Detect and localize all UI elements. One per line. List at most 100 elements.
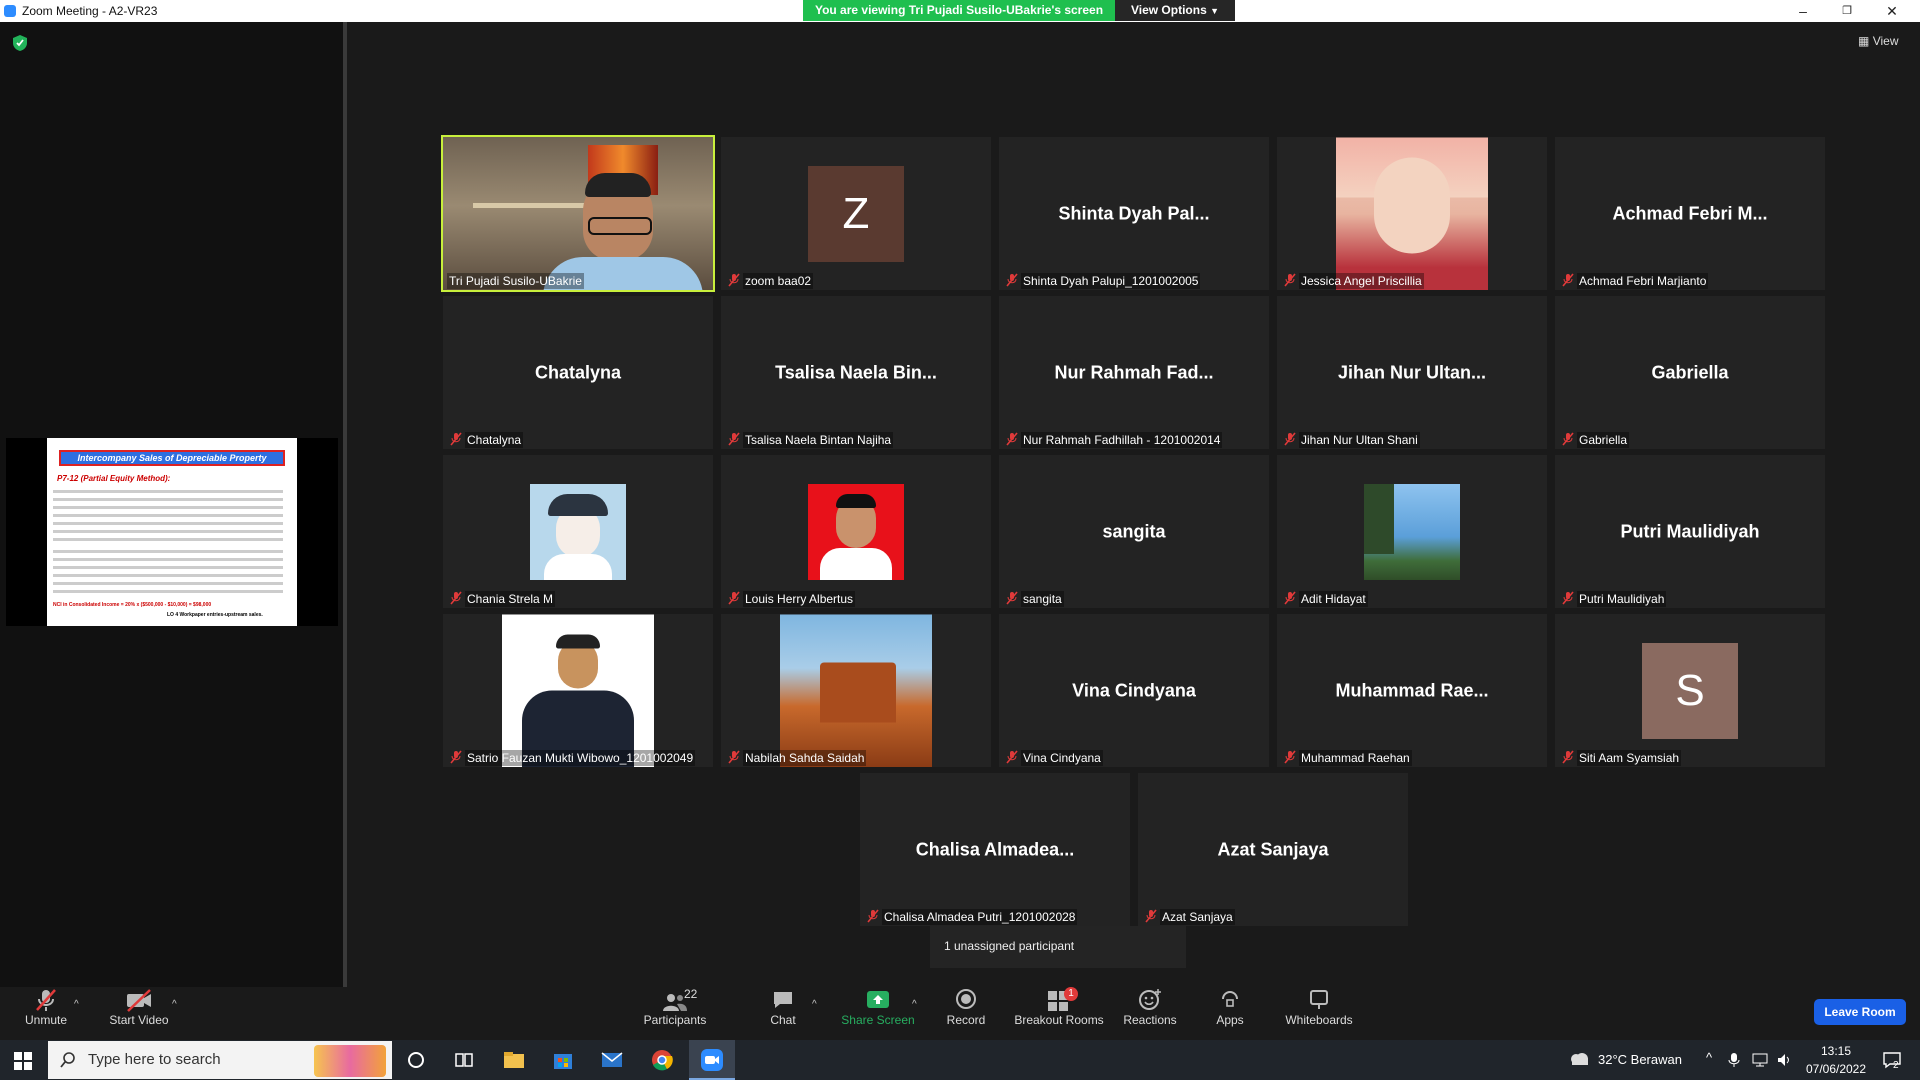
- participant-display-name: Vina Cindyana: [1072, 680, 1196, 700]
- participant-display-name: Chatalyna: [534, 362, 622, 382]
- muted-mic-icon: [1006, 273, 1018, 287]
- chat-button[interactable]: Chat: [760, 987, 806, 1027]
- slide-table-row: [53, 566, 283, 569]
- participant-display-name: Shinta Dyah Pal...: [1058, 203, 1210, 223]
- reactions-button[interactable]: Reactions: [1122, 987, 1178, 1027]
- slide-table-row: [53, 550, 283, 553]
- mail-icon[interactable]: [600, 1048, 624, 1072]
- slide-table-row: [53, 538, 283, 541]
- participant-initial-avatar: S: [1642, 642, 1738, 739]
- participant-tile[interactable]: Chalisa Almadea... Chalisa Almadea Putri_…: [860, 773, 1130, 926]
- participant-tile[interactable]: Vina Cindyana Vina Cindyana: [999, 614, 1269, 767]
- minimize-icon[interactable]: –: [1781, 0, 1825, 22]
- share-screen-button[interactable]: Share Screen: [838, 987, 918, 1027]
- participant-name-label: Azat Sanjaya: [1160, 909, 1235, 925]
- participant-tile[interactable]: sangita sangita: [999, 455, 1269, 608]
- participant-tile[interactable]: S Siti Aam Syamsiah: [1555, 614, 1825, 767]
- participant-tile[interactable]: Zzoom baa02: [721, 137, 991, 290]
- participant-name-label: Jessica Angel Priscillia: [1299, 273, 1424, 289]
- window-title: Zoom Meeting - A2-VR23: [22, 4, 158, 18]
- record-button[interactable]: Record: [940, 987, 992, 1027]
- network-icon[interactable]: [1752, 1052, 1768, 1068]
- muted-mic-icon: [1562, 273, 1574, 287]
- show-hidden-icons[interactable]: ^: [1706, 1050, 1712, 1065]
- participant-name-label: Shinta Dyah Palupi_1201002005: [1021, 273, 1201, 289]
- chevron-down-icon: ▼: [1210, 6, 1220, 16]
- participant-tile[interactable]: Tsalisa Naela Bin... Tsalisa Naela Bintan…: [721, 296, 991, 449]
- unmute-button[interactable]: Unmute: [18, 987, 74, 1027]
- clock-time[interactable]: 13:15: [1808, 1044, 1864, 1058]
- participant-tile[interactable]: Putri Maulidiyah Putri Maulidiyah: [1555, 455, 1825, 608]
- audio-options-caret[interactable]: ^: [74, 999, 79, 1010]
- notifications-icon[interactable]: [1882, 1050, 1902, 1070]
- participant-tile[interactable]: Achmad Febri M... Achmad Febri Marjianto: [1555, 137, 1825, 290]
- muted-mic-icon: [1006, 591, 1018, 605]
- volume-icon[interactable]: [1776, 1052, 1792, 1068]
- record-label: Record: [946, 1013, 986, 1027]
- participant-name-label: Louis Herry Albertus: [743, 591, 856, 607]
- start-video-button[interactable]: Start Video: [104, 987, 174, 1027]
- view-label: View: [1872, 34, 1899, 48]
- whiteboards-button[interactable]: Whiteboards: [1284, 987, 1354, 1027]
- participant-name-label: Gabriella: [1577, 432, 1630, 448]
- share-screen-icon: [867, 991, 889, 1008]
- zoom-app-icon: [4, 5, 16, 17]
- participant-tile[interactable]: Adit Hidayat: [1277, 455, 1547, 608]
- participant-tile[interactable]: Tri Pujadi Susilo-UBakrie: [441, 135, 715, 292]
- encryption-shield-icon[interactable]: [12, 34, 28, 52]
- chat-options-caret[interactable]: ^: [812, 999, 817, 1010]
- participants-button[interactable]: 22 Participants: [640, 987, 710, 1027]
- muted-mic-icon: [450, 750, 462, 764]
- muted-mic-icon: [1145, 909, 1157, 923]
- participant-name-label: Vina Cindyana: [1021, 750, 1103, 766]
- participant-display-name: Nur Rahmah Fad...: [1054, 362, 1214, 382]
- share-options-caret[interactable]: ^: [912, 999, 917, 1010]
- muted-mic-icon: [1562, 750, 1574, 764]
- participant-display-name: Azat Sanjaya: [1217, 839, 1329, 859]
- breakout-badge: 1: [1064, 987, 1078, 1001]
- participant-tile[interactable]: Chatalyna Chatalyna: [443, 296, 713, 449]
- file-explorer-icon[interactable]: [502, 1048, 526, 1072]
- participant-tile[interactable]: Jessica Angel Priscillia: [1277, 137, 1547, 290]
- cortana-icon[interactable]: [404, 1048, 428, 1072]
- task-view-icon[interactable]: [452, 1048, 476, 1072]
- participant-tile[interactable]: Louis Herry Albertus: [721, 455, 991, 608]
- participant-tile[interactable]: Chania Strela M: [443, 455, 713, 608]
- taskbar-search-box[interactable]: Type here to search: [48, 1041, 392, 1079]
- whiteboards-label: Whiteboards: [1285, 1013, 1353, 1027]
- search-placeholder: Type here to search: [88, 1051, 221, 1068]
- slide-table-row: [53, 514, 283, 517]
- microsoft-store-icon[interactable]: [551, 1048, 575, 1072]
- participant-tile[interactable]: Nabilah Sahda Saidah: [721, 614, 991, 767]
- weather-cloud-icon[interactable]: [1568, 1050, 1590, 1068]
- participant-display-name: Muhammad Rae...: [1335, 680, 1489, 700]
- participant-tile[interactable]: Nur Rahmah Fad... Nur Rahmah Fadhillah - …: [999, 296, 1269, 449]
- participant-tile[interactable]: Azat Sanjaya Azat Sanjaya: [1138, 773, 1408, 926]
- muted-mic-icon: [728, 273, 740, 287]
- microphone-icon[interactable]: [1728, 1052, 1740, 1068]
- breakout-rooms-button[interactable]: 1 Breakout Rooms: [1012, 987, 1106, 1027]
- muted-mic-icon: [1006, 432, 1018, 446]
- video-options-caret[interactable]: ^: [172, 999, 177, 1010]
- restore-icon[interactable]: ❐: [1825, 0, 1869, 22]
- slide-table-row: [53, 574, 283, 577]
- windows-start-icon[interactable]: [14, 1052, 32, 1070]
- participant-tile[interactable]: Satrio Fauzan Mukti Wibowo_1201002049: [443, 614, 713, 767]
- view-options-button[interactable]: View Options ▼: [1115, 0, 1235, 21]
- participant-tile[interactable]: Shinta Dyah Pal... Shinta Dyah Palupi_120…: [999, 137, 1269, 290]
- leave-room-button[interactable]: Leave Room: [1814, 999, 1906, 1025]
- participant-tile[interactable]: Gabriella Gabriella: [1555, 296, 1825, 449]
- apps-button[interactable]: Apps: [1210, 987, 1250, 1027]
- participant-tile[interactable]: Muhammad Rae... Muhammad Raehan: [1277, 614, 1547, 767]
- zoom-app-taskbar-icon: [701, 1049, 723, 1071]
- pane-splitter[interactable]: [343, 22, 347, 987]
- participant-name-label: Tri Pujadi Susilo-UBakrie: [447, 273, 584, 289]
- participant-tile[interactable]: Jihan Nur Ultan... Jihan Nur Ultan Shani: [1277, 296, 1547, 449]
- slide-table-row: [53, 590, 283, 593]
- chrome-icon[interactable]: [650, 1048, 674, 1072]
- weather-text[interactable]: 32°C Berawan: [1598, 1052, 1682, 1067]
- clock-date[interactable]: 07/06/2022: [1804, 1062, 1868, 1076]
- gallery-view-button[interactable]: ▦ View: [1858, 34, 1898, 48]
- close-icon[interactable]: ✕: [1870, 0, 1914, 22]
- view-options-label: View Options: [1130, 3, 1207, 17]
